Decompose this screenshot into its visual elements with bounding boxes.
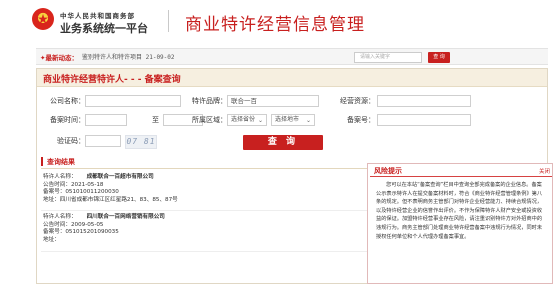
panel-title-bar: 商业特许经营特许人- - - 备案查询 bbox=[37, 69, 547, 87]
franchisor-line: 特许人名称： 成都联合一百超市有限公司 bbox=[43, 174, 178, 182]
company-name-input[interactable] bbox=[85, 95, 181, 107]
risk-warning-popup: 风险提示 关闭 您可以在本站“备案查询”栏目中查询全部完成备案的企业信息。备案公… bbox=[367, 163, 553, 284]
franchisor-line: 特许人名称： 四川联合一百网络营销有限公司 bbox=[43, 214, 165, 222]
result-item[interactable]: 特许人名称： 成都联合一百超市有限公司 公告时间：2021-05-18 备案号：0… bbox=[43, 174, 178, 204]
date-to-label: 至 bbox=[152, 116, 159, 124]
chevron-down-icon: ⌄ bbox=[257, 117, 263, 124]
popup-header: 风险提示 关闭 bbox=[368, 164, 552, 176]
query-form: 公司名称： 特许品牌： 联合一百 经营资源： 备案时间： 至 所属区域： 选择省… bbox=[37, 91, 547, 150]
popup-body-text: 您可以在本站“备案查询”栏目中查询全部完成备案的企业信息。备案公示表示特许人在提… bbox=[370, 176, 552, 283]
record-date-label: 备案时间： bbox=[50, 116, 85, 124]
news-bar: ✦最新动态： 鉴别特许人和特许项目 21-09-02 请输入关键字 查 询 bbox=[36, 48, 548, 65]
brand-input[interactable]: 联合一百 bbox=[227, 95, 319, 107]
chevron-down-icon: ⌄ bbox=[305, 117, 311, 124]
keyword-search-input[interactable]: 请输入关键字 bbox=[354, 52, 422, 63]
captcha-image[interactable]: 07 81 bbox=[125, 135, 157, 149]
captcha-input[interactable] bbox=[85, 135, 121, 147]
address: 地址： bbox=[43, 236, 60, 243]
franchisor-name-link[interactable]: 四川联合一百网络营销有限公司 bbox=[87, 214, 165, 220]
region-label: 所属区域： bbox=[192, 116, 227, 124]
popup-close-button[interactable]: 关闭 bbox=[539, 167, 550, 175]
franchisor-label: 特许人名称： bbox=[43, 174, 77, 180]
ministry-name: 中华人民共和国商务部 bbox=[60, 12, 135, 20]
record-number: 备案号：051010011200030 bbox=[43, 189, 119, 196]
keyword-search-button[interactable]: 查 询 bbox=[428, 52, 450, 63]
captcha-label: 验证码： bbox=[57, 137, 85, 145]
results-heading-marker bbox=[41, 157, 43, 166]
results-heading: 查询结果 bbox=[47, 158, 75, 166]
company-name-label: 公司名称： bbox=[50, 97, 85, 105]
city-select[interactable]: 选择地市 ⌄ bbox=[271, 114, 315, 126]
popup-title: 风险提示 bbox=[374, 167, 402, 175]
news-link[interactable]: 鉴别特许人和特许项目 21-09-02 bbox=[82, 52, 175, 61]
province-select[interactable]: 选择省份 ⌄ bbox=[227, 114, 267, 126]
record-no-label: 备案号： bbox=[347, 116, 375, 124]
platform-name: 业务系统统一平台 bbox=[60, 22, 148, 35]
page-title: 商业特许经营信息管理 bbox=[185, 15, 365, 35]
result-item[interactable]: 特许人名称： 四川联合一百网络营销有限公司 公告时间：2009-05-05 备案号… bbox=[43, 214, 165, 244]
city-select-value: 选择地市 bbox=[275, 116, 300, 123]
national-emblem-icon bbox=[32, 8, 54, 30]
panel-title: 商业特许经营特许人- - - 备案查询 bbox=[43, 75, 181, 85]
query-button[interactable]: 查 询 bbox=[243, 135, 323, 150]
brand-label: 特许品牌： bbox=[192, 97, 227, 105]
record-number: 备案号：051015201090035 bbox=[43, 229, 119, 236]
province-select-value: 选择省份 bbox=[231, 116, 256, 123]
address: 地址：四川省成都市锦江区红星路21、83、85、87号 bbox=[43, 196, 178, 203]
franchisor-name-link[interactable]: 成都联合一百超市有限公司 bbox=[87, 174, 154, 180]
record-no-input[interactable] bbox=[377, 114, 471, 126]
resource-input[interactable] bbox=[377, 95, 471, 107]
header-divider bbox=[168, 10, 169, 32]
news-tag: ✦最新动态： bbox=[40, 54, 78, 62]
resource-label: 经营资源： bbox=[340, 97, 375, 105]
site-header: 中华人民共和国商务部 业务系统统一平台 商业特许经营信息管理 bbox=[0, 0, 553, 44]
franchisor-label: 特许人名称： bbox=[43, 214, 77, 220]
